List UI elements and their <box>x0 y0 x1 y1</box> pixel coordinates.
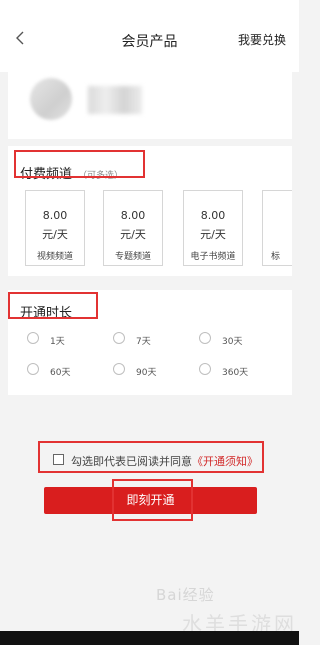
radio-30-day[interactable] <box>199 332 211 344</box>
channel-option-ebook[interactable]: 8.00 元/天 电子书频道 <box>183 190 243 266</box>
watermark-baidu: Bai经验 <box>156 586 215 604</box>
label-90-day: 90天 <box>136 368 157 378</box>
label-1-day: 1天 <box>50 337 65 347</box>
highlight-box-channels <box>14 150 145 178</box>
channel-option-topic[interactable]: 8.00 元/天 专题频道 <box>103 190 163 266</box>
highlight-box-duration <box>8 292 98 319</box>
highlight-box-button <box>112 479 193 521</box>
radio-90-day[interactable] <box>113 363 125 375</box>
bottom-bar <box>0 631 299 645</box>
channel-option-video[interactable]: 8.00 元/天 视频频道 <box>25 190 85 266</box>
username-blurred <box>88 86 142 114</box>
label-360-day: 360天 <box>222 368 249 378</box>
channel-option-partial[interactable]: 标 <box>262 190 292 266</box>
label-30-day: 30天 <box>222 337 243 347</box>
radio-7-day[interactable] <box>113 332 125 344</box>
radio-1-day[interactable] <box>27 332 39 344</box>
agreement-text: 勾选即代表已阅读并同意《开通须知》 <box>71 455 258 468</box>
profile-card <box>8 64 292 139</box>
radio-60-day[interactable] <box>27 363 39 375</box>
redeem-link[interactable]: 我要兑换 <box>238 31 286 48</box>
agreement-checkbox[interactable] <box>53 454 64 465</box>
label-60-day: 60天 <box>50 368 71 378</box>
terms-link[interactable]: 《开通须知》 <box>192 455 258 468</box>
header-bar: 会员产品 我要兑换 <box>0 0 299 72</box>
label-7-day: 7天 <box>136 337 151 347</box>
radio-360-day[interactable] <box>199 363 211 375</box>
avatar <box>30 78 72 120</box>
